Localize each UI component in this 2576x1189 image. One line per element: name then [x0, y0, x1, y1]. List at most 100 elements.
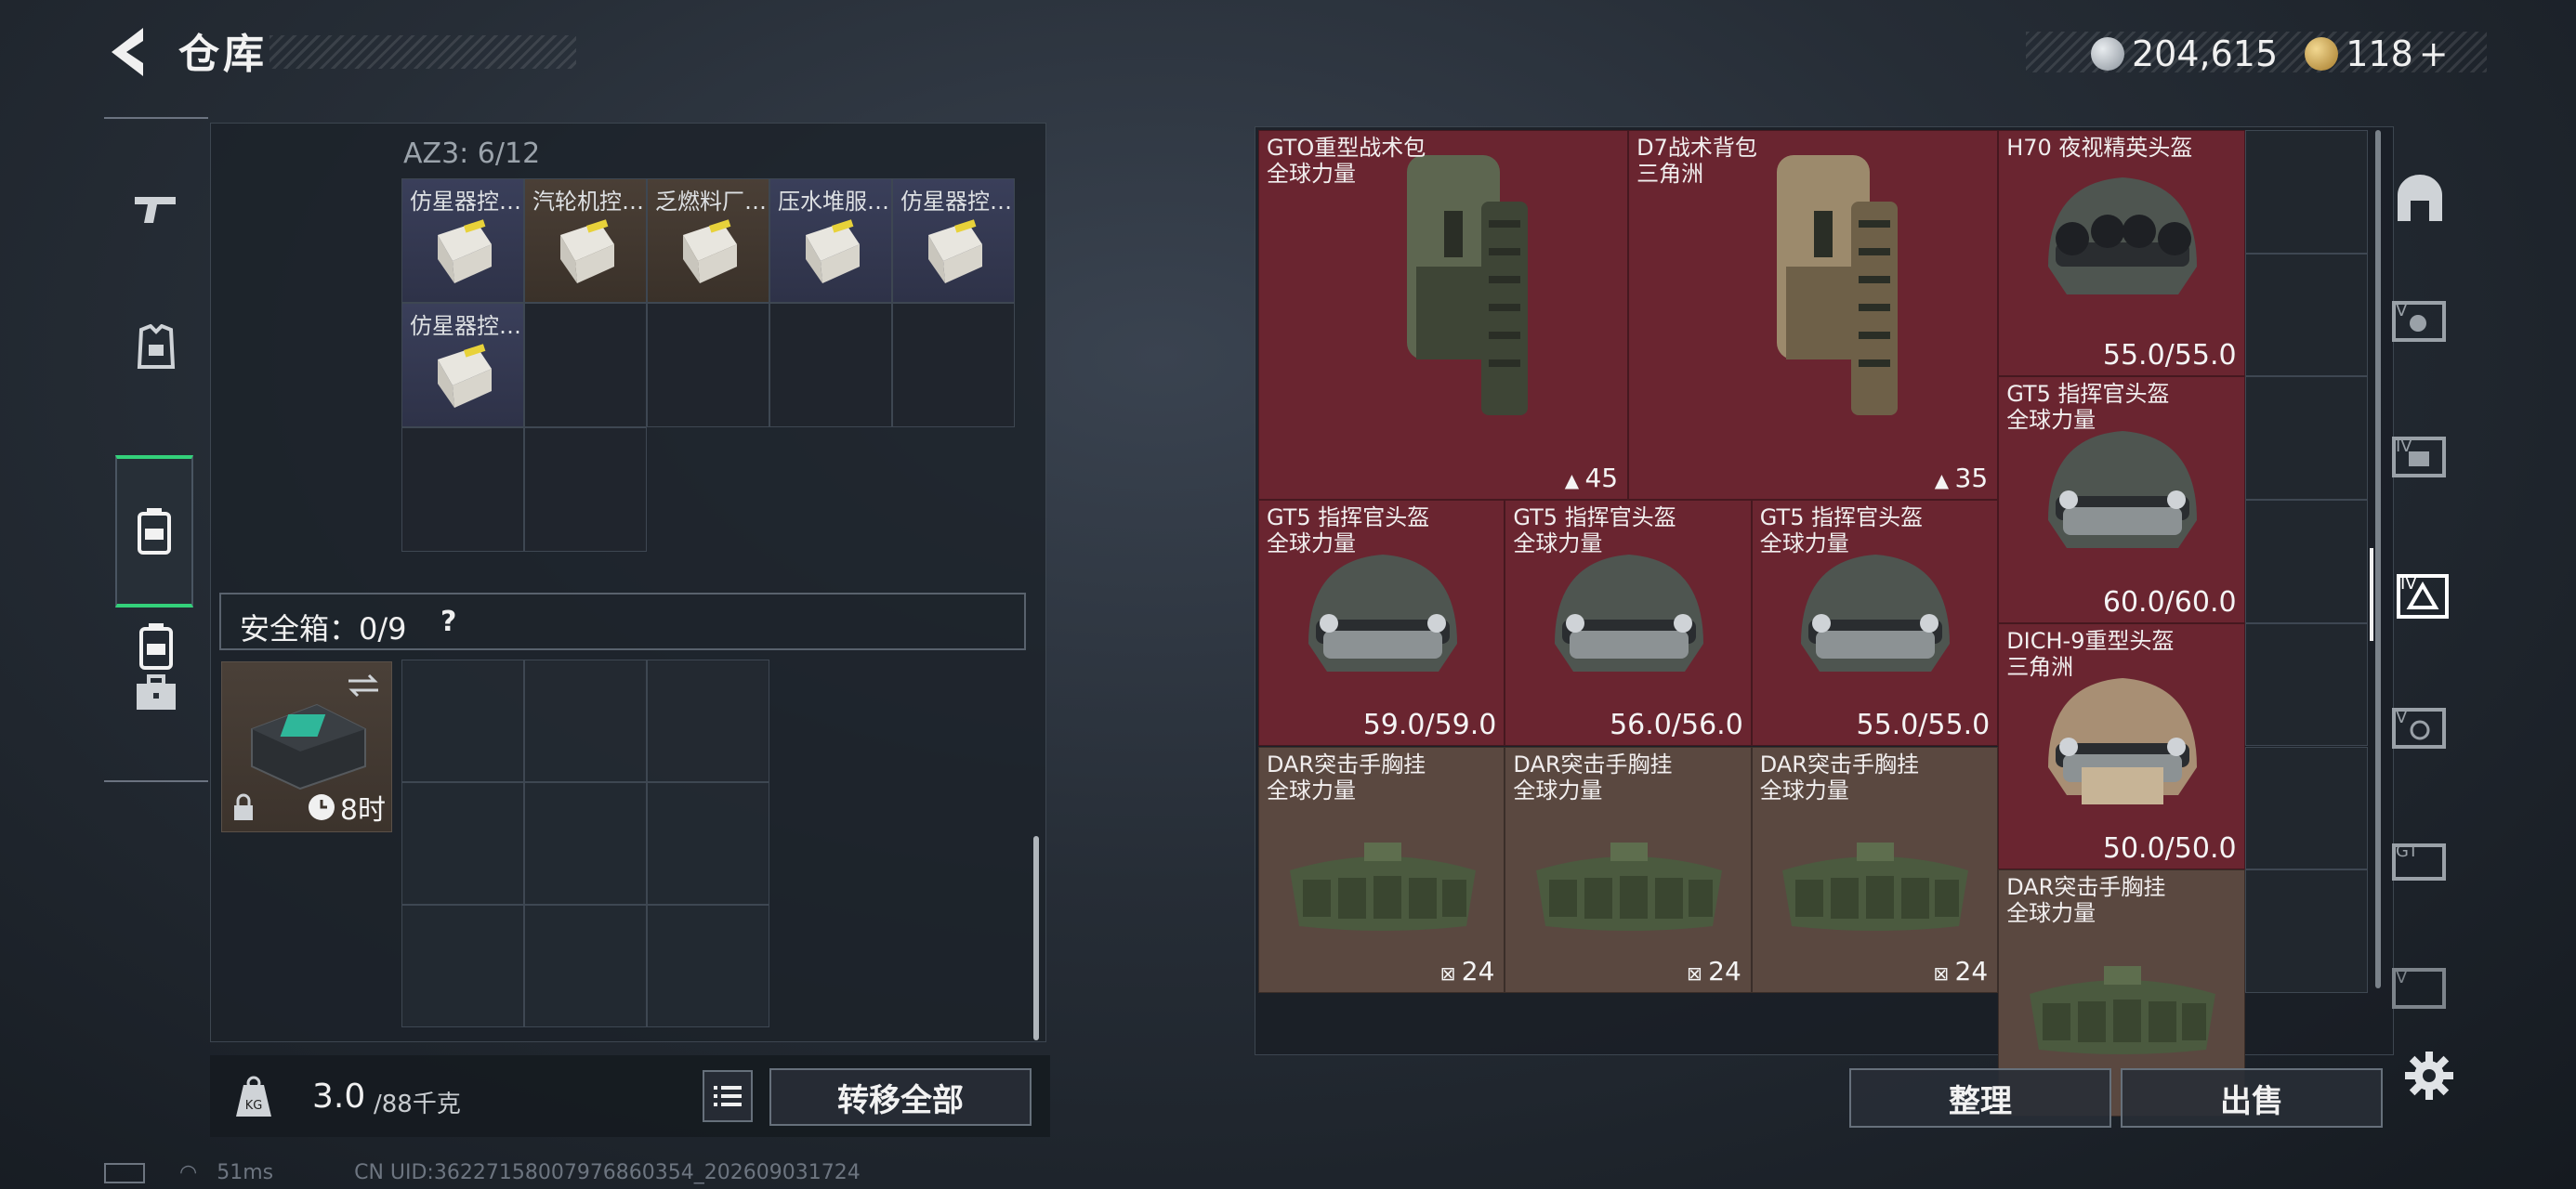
stash-tab-3[interactable]: IV [2373, 414, 2466, 498]
safe-box-slot[interactable] [401, 660, 524, 782]
case-v2-icon: V [2392, 708, 2446, 749]
stash-item-faction: 全球力量 [1267, 161, 1356, 187]
stash-item-gt5c[interactable]: GT5 指挥官头盔 全球力量 56.0/56.0 [1505, 500, 1752, 747]
part-box-icon [928, 219, 982, 283]
currency-bar: 204,615 118 + [2026, 32, 2487, 74]
stash-item-dar1[interactable]: DAR突击手胸挂 全球力量 ⊠ 24 [1258, 746, 1505, 993]
stash-item-d7[interactable]: D7战术背包 三角洲 ▲ 35 [1628, 130, 1999, 501]
back-arrow-icon [112, 28, 143, 76]
currency-add-button[interactable]: + [2419, 33, 2449, 74]
list-view-button[interactable] [703, 1070, 753, 1122]
container-slot[interactable] [401, 427, 524, 552]
stash-tab-5[interactable]: V [2373, 686, 2466, 769]
nav-toolbox[interactable] [104, 648, 208, 738]
arch-icon [2398, 175, 2442, 221]
help-icon[interactable]: ? [440, 606, 456, 638]
stash-item-gt5b[interactable]: GT5 指挥官头盔 全球力量 59.0/59.0 [1258, 500, 1505, 747]
container-item[interactable]: 压水堆服… [769, 178, 892, 303]
stash-slot[interactable] [2244, 622, 2369, 747]
container-item[interactable]: 仿星器控… [401, 303, 524, 427]
container-item[interactable]: 汽轮机控… [524, 178, 647, 303]
stash-item-dar3[interactable]: DAR突击手胸挂 全球力量 ⊠ 24 [1751, 746, 1999, 993]
container-item[interactable]: 乏燃料厂… [647, 178, 769, 303]
stash-tab-nav: V IV IV V GT V [2370, 149, 2485, 1059]
stash-slot[interactable] [2244, 130, 2369, 254]
container-slot[interactable] [524, 427, 647, 552]
stash-item-dich[interactable]: DICH-9重型头盔 三角洲 50.0/50.0 [1998, 622, 2245, 870]
case-v-icon: V [2392, 301, 2446, 342]
organize-button[interactable]: 整理 [1849, 1068, 2111, 1128]
toolbox-icon [137, 674, 176, 710]
safe-box-slot[interactable] [647, 660, 769, 782]
stash-item-gt5d[interactable]: GT5 指挥官头盔 全球力量 55.0/55.0 [1751, 500, 1999, 747]
capacity-badge: ▲ 35 [1935, 463, 1988, 493]
container-label: AZ3: 6/12 [403, 137, 541, 170]
stash-slot[interactable] [2244, 746, 2369, 870]
safe-box-slot[interactable] [524, 660, 647, 782]
stash-slot[interactable] [2244, 253, 2369, 377]
nav-backpack-active[interactable] [115, 502, 193, 561]
safe-box-slot[interactable] [647, 782, 769, 905]
helmet-image [1555, 555, 1704, 673]
part-box-icon [438, 219, 492, 283]
stash-tab-2[interactable]: V [2373, 279, 2466, 362]
vest-icon [137, 324, 176, 369]
svg-text:GT: GT [2396, 842, 2419, 861]
stash-item-label: DAR突击手胸挂 全球力量 [1267, 751, 1426, 804]
sell-button[interactable]: 出售 [2121, 1068, 2383, 1128]
container-grid: 仿星器控… 汽轮机控… 乏燃料厂… 压水堆服… 仿星器控… 仿星器控… [401, 178, 1019, 552]
safe-box-header: 安全箱：0/9 ? [219, 593, 1026, 650]
safe-box-slot[interactable] [647, 905, 769, 1027]
bag-capacity-icon: ▲ [1934, 469, 1955, 492]
safe-box-label: 安全箱：0/9 [240, 611, 407, 647]
stash-tab-1[interactable] [2373, 149, 2466, 253]
battery-icon [104, 1163, 145, 1183]
stash-item-label: DAR突击手胸挂 全球力量 [2006, 874, 2165, 926]
stash-slot[interactable] [2244, 869, 2369, 993]
stash-item-label: DAR突击手胸挂 全球力量 [1513, 751, 1672, 804]
stash-item-dar2[interactable]: DAR突击手胸挂 全球力量 ⊠ 24 [1505, 746, 1752, 993]
stash-item-h70[interactable]: H70 夜视精英头盔 55.0/55.0 [1998, 130, 2245, 377]
status-bar: ◠ 51ms CN UID:3622715800797686​0354_2026… [104, 1161, 861, 1184]
left-scrollbar[interactable] [1033, 836, 1039, 1040]
settings-button[interactable] [2403, 1050, 2455, 1102]
safe-box-slot[interactable] [401, 905, 524, 1027]
stash-item-label: DAR突击手胸挂 全球力量 [1760, 751, 1919, 804]
safe-box-slot[interactable] [524, 782, 647, 905]
container-slot[interactable] [769, 303, 892, 427]
stash-item-faction: 全球力量 [1267, 530, 1356, 557]
safe-box-slot[interactable] [401, 782, 524, 905]
container-item[interactable]: 仿星器控… [401, 178, 524, 303]
bag-capacity-icon: ▲ [1564, 469, 1585, 492]
safe-box-item[interactable]: 8时 [221, 661, 392, 832]
swap-icon[interactable] [345, 672, 382, 699]
stash-item-gto[interactable]: GTO重型战术包 全球力量 ▲ 45 [1258, 130, 1629, 501]
nav-weapons[interactable] [104, 165, 208, 255]
container-item[interactable]: 仿星器控… [892, 178, 1015, 303]
stash-item-gt5a[interactable]: GT5 指挥官头盔 全球力量 60.0/60.0 [1998, 376, 2245, 623]
helmet-image [2047, 431, 2197, 549]
safe-box-slot[interactable] [524, 905, 647, 1027]
transfer-all-button[interactable]: 转移全部 [769, 1068, 1032, 1126]
capacity-value: 45 [1584, 463, 1619, 494]
durability-value: 55.0/55.0 [2102, 339, 2237, 372]
stash-tab-7[interactable]: V [2373, 946, 2466, 1029]
nv-helmet-image [2047, 177, 2197, 294]
nav-armor[interactable] [104, 303, 208, 392]
gun-icon [135, 197, 176, 223]
stash-tab-6[interactable]: GT [2373, 817, 2466, 901]
back-button[interactable] [104, 24, 156, 80]
durability-value: 56.0/56.0 [1610, 709, 1743, 742]
container-slot[interactable] [647, 303, 769, 427]
stash-slot[interactable] [2244, 500, 2369, 623]
stash-tab-4-active[interactable]: IV [2370, 548, 2474, 641]
container-slot[interactable] [892, 303, 1015, 427]
helmet-image [2047, 677, 2197, 804]
weight-current: 3.0 [312, 1078, 366, 1116]
container-slot[interactable] [524, 303, 647, 427]
stash-slot[interactable] [2244, 376, 2369, 501]
stash-item-label: GTO重型战术包 全球力量 [1267, 135, 1426, 187]
stash-item-name: D7战术背包 [1636, 135, 1757, 161]
durability-value: 60.0/60.0 [2102, 585, 2237, 619]
chest-rig-image [1289, 843, 1476, 932]
